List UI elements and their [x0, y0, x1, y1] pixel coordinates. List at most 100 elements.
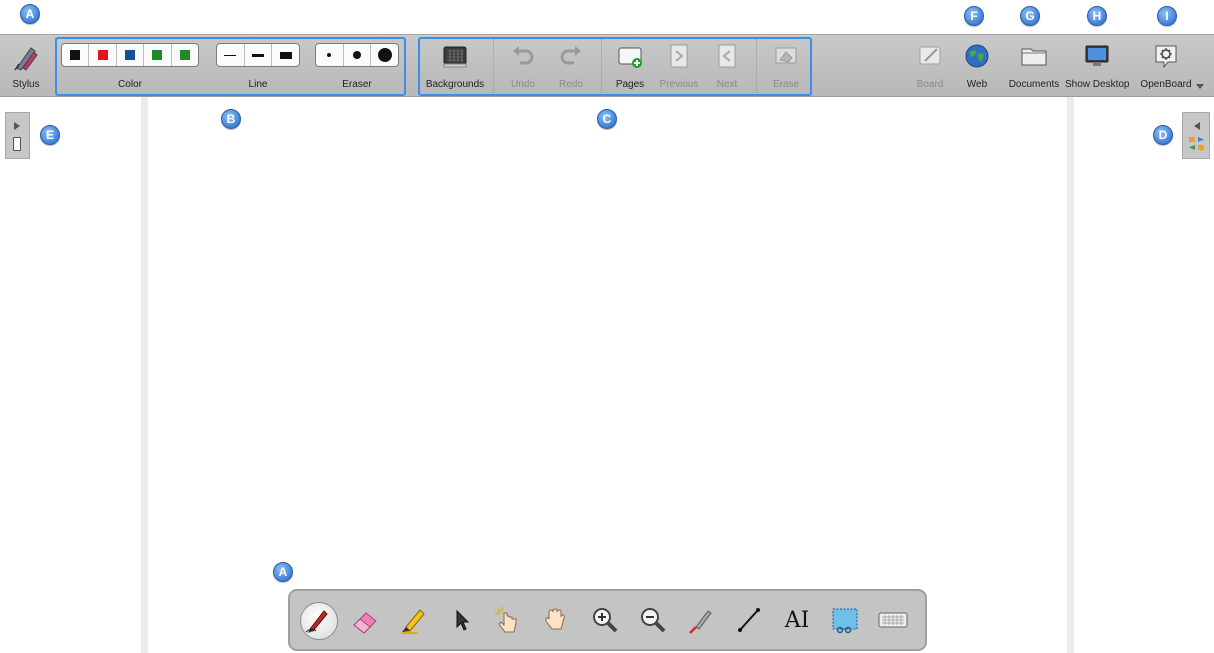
- next-page-icon: [714, 42, 740, 75]
- add-page-icon: [615, 42, 645, 75]
- text-tool-button[interactable]: AI: [777, 599, 817, 641]
- line-thin[interactable]: [217, 44, 245, 66]
- right-palette-tab[interactable]: [1182, 112, 1210, 159]
- erase-button[interactable]: Erase: [764, 35, 808, 97]
- left-palette-tab[interactable]: [5, 112, 30, 159]
- color-swatch-black[interactable]: [62, 44, 90, 66]
- openboard-label: OpenBoard: [1140, 79, 1192, 90]
- laser-pointer-tool-button[interactable]: [681, 599, 721, 641]
- zoom-in-tool-button[interactable]: [585, 599, 625, 641]
- eraser-tool-button[interactable]: [345, 599, 385, 641]
- color-label: Color: [118, 79, 142, 90]
- stylus-icon: [11, 42, 41, 77]
- color-swatch-red[interactable]: [89, 44, 117, 66]
- laser-pointer-icon: [689, 610, 712, 634]
- eraser-large[interactable]: [371, 44, 398, 66]
- interact-icon: [494, 607, 517, 633]
- zoom-out-icon: [641, 608, 666, 633]
- web-mode-button[interactable]: Web: [957, 35, 997, 97]
- documents-label: Documents: [1008, 79, 1060, 90]
- line-medium[interactable]: [245, 44, 273, 66]
- pen-tool-button[interactable]: [297, 599, 338, 641]
- color-swatch-green[interactable]: [144, 44, 172, 66]
- hand-icon: [545, 608, 565, 630]
- pages-button[interactable]: Pages: [610, 35, 650, 97]
- eraser-icon: [353, 612, 377, 634]
- board-left-margin: [141, 97, 148, 653]
- previous-label: Previous: [659, 79, 699, 90]
- eraser-size-selector: [315, 43, 399, 67]
- badge-b-palette: B: [221, 109, 241, 129]
- documents-mode-button[interactable]: Documents: [1003, 35, 1065, 97]
- keyboard-icon: [878, 612, 908, 628]
- folder-icon: [1019, 42, 1049, 75]
- undo-label: Undo: [511, 79, 535, 90]
- openboard-menu-button[interactable]: OpenBoard: [1137, 35, 1195, 97]
- stylus-button[interactable]: Stylus: [4, 35, 48, 97]
- redo-icon: [557, 42, 585, 75]
- toolbar-separator: [601, 39, 602, 93]
- redo-label: Redo: [559, 79, 583, 90]
- badge-e-left-tab: E: [40, 125, 60, 145]
- previous-page-button[interactable]: Previous: [656, 35, 702, 97]
- badge-a-bottom-bar: A: [273, 562, 293, 582]
- board-right-margin: [1067, 97, 1074, 653]
- line-icon: [738, 608, 760, 632]
- pen-icon: [305, 610, 328, 633]
- redo-button[interactable]: Redo: [551, 35, 591, 97]
- board-label: Board: [916, 79, 944, 90]
- zoom-out-tool-button[interactable]: [633, 599, 673, 641]
- keyboard-tool-button[interactable]: [873, 599, 913, 641]
- line-width-selector: [216, 43, 300, 67]
- expand-left-icon: [1194, 122, 1200, 130]
- marker-icon: [401, 609, 425, 634]
- pages-label: Pages: [615, 79, 645, 90]
- monitor-icon: [1083, 42, 1111, 75]
- settings-icon: [1152, 42, 1180, 75]
- line-label: Line: [248, 79, 268, 90]
- capture-icon: [832, 608, 858, 634]
- stylus-palette: AI: [288, 589, 927, 651]
- badge-i-openboard: I: [1157, 6, 1177, 26]
- toolbar-separator: [493, 39, 494, 93]
- expand-right-icon: [14, 122, 20, 130]
- marker-tool-button[interactable]: [393, 599, 433, 641]
- next-page-button[interactable]: Next: [707, 35, 747, 97]
- text-icon: AI: [784, 607, 810, 633]
- pages-thumbnail-icon: [13, 137, 21, 151]
- erase-board-icon: [772, 42, 800, 75]
- interact-tool-button[interactable]: [487, 599, 527, 641]
- show-desktop-button[interactable]: Show Desktop: [1065, 35, 1129, 97]
- chevron-down-icon[interactable]: [1196, 84, 1204, 89]
- web-label: Web: [966, 79, 988, 90]
- eraser-medium[interactable]: [344, 44, 372, 66]
- selector-icon: [456, 609, 470, 631]
- eraser-label: Eraser: [342, 79, 372, 90]
- line-thick[interactable]: [272, 44, 299, 66]
- color-swatch-green-2[interactable]: [172, 44, 198, 66]
- next-label: Next: [716, 79, 738, 90]
- badge-a-stylus: A: [20, 4, 40, 24]
- selector-tool-button[interactable]: [441, 599, 481, 641]
- undo-icon: [509, 42, 537, 75]
- color-palette: [61, 43, 199, 67]
- library-icon: [1188, 136, 1206, 157]
- line-tool-button[interactable]: [729, 599, 769, 641]
- erase-label: Erase: [772, 79, 800, 90]
- capture-tool-button[interactable]: [825, 599, 865, 641]
- backgrounds-button[interactable]: Backgrounds: [422, 35, 488, 97]
- badge-c-actions: C: [597, 109, 617, 129]
- show-desktop-label: Show Desktop: [1065, 79, 1130, 90]
- zoom-in-icon: [593, 608, 618, 633]
- backgrounds-icon: [441, 42, 469, 75]
- badge-f-web: F: [964, 6, 984, 26]
- previous-page-icon: [666, 42, 692, 75]
- hand-tool-button[interactable]: [535, 599, 575, 641]
- eraser-small[interactable]: [316, 44, 344, 66]
- badge-d-right-tab: D: [1153, 125, 1173, 145]
- board-mode-button[interactable]: Board: [910, 35, 950, 97]
- color-swatch-blue[interactable]: [117, 44, 145, 66]
- undo-button[interactable]: Undo: [503, 35, 543, 97]
- board-icon: [916, 42, 944, 75]
- badge-h-show-desktop: H: [1087, 6, 1107, 26]
